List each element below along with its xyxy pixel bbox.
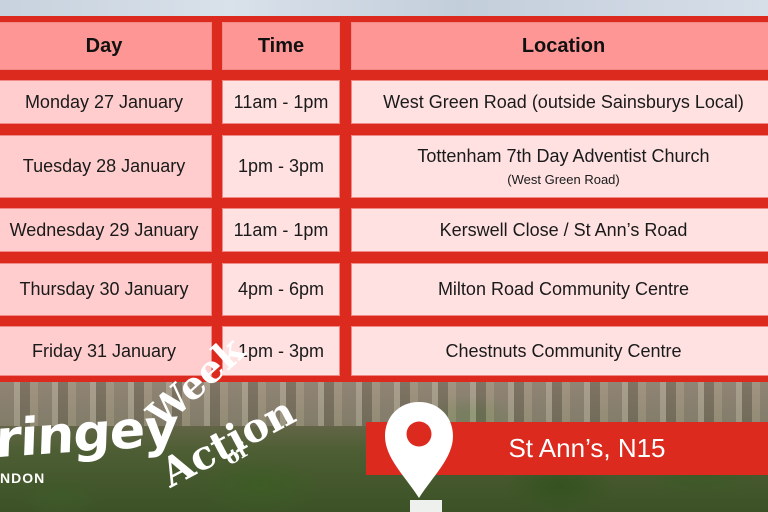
row-4-day: Thursday 30 January — [0, 263, 212, 316]
header-time: Time — [222, 22, 340, 70]
row-3-location-text: Kerswell Close / St Ann’s Road — [439, 219, 688, 240]
header-day: Day — [0, 22, 212, 70]
row-2-location-subtext: (West Green Road) — [507, 172, 620, 187]
header-location: Location — [351, 22, 768, 70]
row-4-location: Milton Road Community Centre — [351, 263, 768, 316]
row-2-location: Tottenham 7th Day Adventist Church (West… — [351, 135, 768, 198]
rooftop-structure — [410, 500, 442, 512]
row-2-day: Tuesday 28 January — [0, 135, 212, 198]
row-1-location: West Green Road (outside Sainsburys Loca… — [351, 80, 768, 124]
schedule-table: Day Time Location Monday 27 January 11am… — [0, 16, 768, 382]
location-banner-text: St Ann’s, N15 — [508, 433, 666, 463]
row-5-location-text: Chestnuts Community Centre — [445, 340, 682, 361]
row-1-location-text: West Green Road (outside Sainsburys Loca… — [383, 91, 744, 112]
row-3-day: Wednesday 29 January — [0, 208, 212, 252]
haringey-logo-subtext: NDON — [0, 470, 46, 486]
map-pin-icon — [385, 402, 453, 498]
row-4-location-text: Milton Road Community Centre — [437, 279, 690, 299]
row-3-time: 11am - 1pm — [222, 208, 340, 252]
row-2-time: 1pm - 3pm — [222, 135, 340, 198]
row-1-day: Monday 27 January — [0, 80, 212, 124]
row-5-location: Chestnuts Community Centre — [351, 326, 768, 376]
row-1-time: 11am - 1pm — [222, 80, 340, 124]
row-4-time: 4pm - 6pm — [222, 263, 340, 316]
row-3-location: Kerswell Close / St Ann’s Road — [351, 208, 768, 252]
row-2-location-text: Tottenham 7th Day Adventist Church — [417, 146, 710, 166]
